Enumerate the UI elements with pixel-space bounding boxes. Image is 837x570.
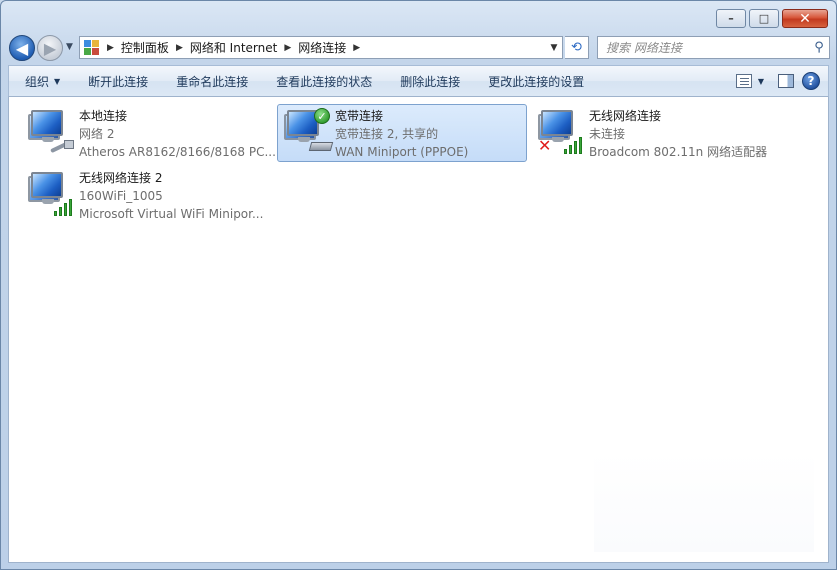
change-view-button[interactable]: ▼ — [730, 74, 770, 88]
views-icon — [735, 74, 752, 88]
breadcrumb-separator-icon[interactable]: ▶ — [105, 43, 116, 53]
wireless-network-icon: ✕ — [538, 108, 584, 154]
breadcrumb-separator-icon[interactable]: ▶ — [174, 43, 185, 53]
close-button[interactable]: ✕ — [782, 9, 828, 28]
chevron-down-icon: ▼ — [54, 76, 61, 86]
view-controls: ▼ ? — [730, 72, 828, 90]
connection-name: 本地连接 — [79, 109, 128, 123]
connection-name: 无线网络连接 — [589, 109, 662, 123]
list-item[interactable]: ✕ 无线网络连接 未连接 Broadcom 802.11n 网络适配器 — [531, 104, 781, 162]
connection-device: Broadcom 802.11n 网络适配器 — [589, 145, 768, 159]
organize-label: 组织 — [25, 74, 50, 89]
list-item[interactable]: ✓ 宽带连接 宽带连接 2, 共享的 WAN Miniport (PPPOE) — [277, 104, 527, 162]
maximize-button[interactable]: □ — [749, 9, 779, 28]
navigation-bar: ◀ ▶ ▼ ▶ 控制面板 ▶ 网络和 Internet ▶ 网络连接 ▶ ▼ ⟲ — [9, 35, 830, 61]
search-input[interactable] — [598, 37, 809, 58]
disconnected-x-icon: ✕ — [538, 136, 552, 155]
connection-device: Atheros AR8162/8166/8168 PC... — [79, 145, 276, 159]
connection-device: Microsoft Virtual WiFi Minipor... — [79, 207, 264, 221]
forward-arrow-icon[interactable]: ▶ — [37, 35, 63, 61]
search-box: ⚲ — [597, 36, 830, 59]
address-bar[interactable]: ▶ 控制面板 ▶ 网络和 Internet ▶ 网络连接 ▶ ▼ — [79, 36, 563, 59]
breadcrumb: 控制面板 ▶ 网络和 Internet ▶ 网络连接 ▶ — [116, 39, 362, 56]
address-dropdown-icon[interactable]: ▼ — [546, 43, 562, 53]
view-status-button[interactable]: 查看此连接的状态 — [262, 66, 386, 96]
organize-menu[interactable]: 组织 ▼ — [9, 66, 74, 96]
connections-list: 本地连接 网络 2 Atheros AR8162/8166/8168 PC...… — [8, 97, 829, 563]
rename-button[interactable]: 重命名此连接 — [162, 66, 262, 96]
control-panel-icon — [84, 39, 102, 56]
wired-network-icon — [28, 108, 74, 154]
connection-status: 网络 2 — [79, 127, 115, 141]
connection-device: WAN Miniport (PPPOE) — [335, 145, 469, 159]
breadcrumb-separator-icon[interactable]: ▶ — [351, 43, 362, 53]
connection-status: 未连接 — [589, 127, 626, 141]
connection-status: 宽带连接 2, 共享的 — [335, 127, 439, 141]
check-icon: ✓ — [314, 108, 330, 124]
preview-pane-icon[interactable] — [778, 74, 794, 88]
breadcrumb-network-internet[interactable]: 网络和 Internet — [185, 39, 282, 56]
connection-name: 无线网络连接 2 — [79, 171, 163, 185]
disconnect-button[interactable]: 断开此连接 — [74, 66, 162, 96]
breadcrumb-network-connections[interactable]: 网络连接 — [293, 39, 351, 56]
refresh-icon[interactable]: ⟲ — [565, 36, 589, 59]
back-arrow-icon[interactable]: ◀ — [9, 35, 35, 61]
recent-pages-dropdown-icon[interactable]: ▼ — [66, 42, 73, 52]
connection-name: 宽带连接 — [335, 109, 384, 123]
list-item[interactable]: 本地连接 网络 2 Atheros AR8162/8166/8168 PC... — [21, 104, 276, 162]
watermark — [594, 452, 814, 552]
connection-status: 160WiFi_1005 — [79, 189, 163, 203]
command-bar: 组织 ▼ 断开此连接 重命名此连接 查看此连接的状态 删除此连接 更改此连接的设… — [8, 65, 829, 97]
signal-bars-icon — [54, 198, 74, 216]
caption-buttons: – □ ✕ — [716, 9, 828, 28]
broadband-network-icon: ✓ — [284, 108, 334, 154]
search-icon[interactable]: ⚲ — [809, 40, 829, 55]
delete-button[interactable]: 删除此连接 — [386, 66, 474, 96]
breadcrumb-control-panel[interactable]: 控制面板 — [116, 39, 174, 56]
signal-bars-icon — [564, 136, 584, 154]
change-settings-button[interactable]: 更改此连接的设置 — [474, 66, 598, 96]
minimize-button[interactable]: – — [716, 9, 746, 28]
list-item[interactable]: 无线网络连接 2 160WiFi_1005 Microsoft Virtual … — [21, 166, 271, 224]
help-icon[interactable]: ? — [802, 72, 820, 90]
explorer-window: – □ ✕ ◀ ▶ ▼ ▶ 控制面板 ▶ 网络和 Internet ▶ 网络连接… — [0, 0, 837, 570]
breadcrumb-separator-icon[interactable]: ▶ — [282, 43, 293, 53]
chevron-down-icon: ▼ — [757, 76, 764, 86]
wireless-network-icon — [28, 170, 74, 216]
